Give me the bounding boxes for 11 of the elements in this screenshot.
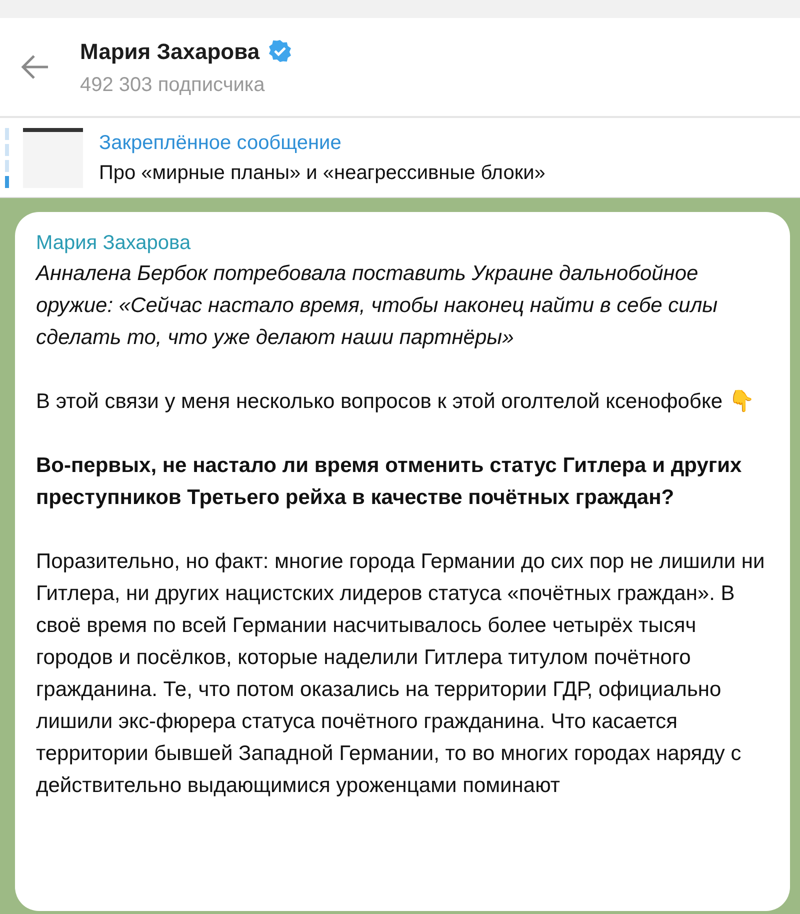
message-paragraph: Во-первых, не настало ли время отменить статус Гитлера и других преступников Третьего рейха в качестве почётных граждан? <box>36 453 743 511</box>
message-author[interactable]: Мария Захарова <box>36 228 776 258</box>
pinned-indicator-icon <box>5 128 9 188</box>
message-paragraph: Поразительно, но факт: многие города Германии до сих пор не лишили ни Гитлера, ни других нацистских лидеров статуса «почётных граждан». В своё время по всей Германии насчитывалось более четырёх тысяч городов и посёлков, которые наделили Гитлера титулом почётного гражданина. Те, что потом оказались на территории ГДР, официально лишили экс-фюрера статуса почётного гражданина. Что касается территории бывшей Западной Германии, то во многих городах наряду с действительно выдающимися уроженцами поминают <box>36 549 766 799</box>
pinned-thumbnail <box>23 128 83 188</box>
pinned-text: Про «мирные планы» и «неагрессивные блоки» <box>99 160 546 186</box>
subscriber-count: 492 303 подписчика <box>80 72 266 98</box>
channel-title: Мария Захарова <box>80 38 260 66</box>
message-paragraph: В этой связи у меня несколько вопросов к этой оголтелой ксенофобке 👇 <box>36 388 756 415</box>
message-paragraph: Анналена Бербок потребовала поставить Украине дальнобойное оружие: «Сейчас настало время, чтобы наконец найти в себе силы сделать то, что уже делают наши партнёры» <box>36 261 719 351</box>
pinned-label[interactable]: Закреплённое сообщение <box>99 128 546 158</box>
